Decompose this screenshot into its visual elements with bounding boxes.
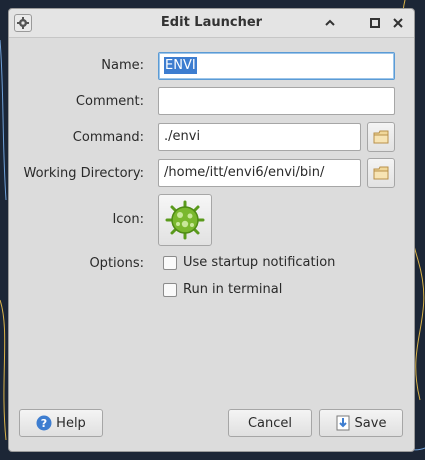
envi-virus-icon: [165, 200, 205, 240]
startup-notification-option[interactable]: Use startup notification: [163, 255, 335, 270]
run-in-terminal-label: Run in terminal: [183, 282, 283, 297]
command-label: Command:: [72, 130, 144, 145]
startup-notification-label: Use startup notification: [183, 255, 336, 270]
chevron-up-icon: [325, 19, 335, 26]
help-button-label: Help: [56, 415, 86, 431]
icon-label: Icon:: [112, 212, 144, 227]
window-title: Edit Launcher: [160, 15, 263, 30]
name-field[interactable]: ENVI: [158, 52, 395, 80]
edit-launcher-dialog: Edit Launcher Name: ENVI Comment: Comman…: [8, 8, 415, 452]
run-in-terminal-option[interactable]: Run in terminal: [163, 282, 282, 297]
shade-button[interactable]: [322, 15, 338, 31]
run-in-terminal-checkbox[interactable]: [163, 282, 177, 297]
workdir-browse-button[interactable]: [367, 158, 395, 188]
save-icon: [336, 415, 350, 431]
startup-notification-checkbox[interactable]: [163, 255, 177, 270]
options-label: Options:: [89, 256, 144, 271]
cancel-button-label: Cancel: [247, 415, 293, 431]
name-value: ENVI: [164, 57, 197, 74]
close-icon: [393, 18, 403, 28]
workdir-field[interactable]: /home/itt/envi6/envi/bin/: [158, 159, 361, 187]
comment-field[interactable]: [158, 87, 395, 115]
title-bar[interactable]: Edit Launcher: [9, 9, 414, 38]
command-browse-button[interactable]: [367, 122, 395, 152]
cancel-button[interactable]: Cancel: [228, 409, 312, 437]
help-button[interactable]: ? Help: [19, 409, 103, 437]
close-button[interactable]: [390, 15, 406, 31]
comment-label: Comment:: [75, 94, 144, 109]
help-icon: ?: [36, 415, 52, 431]
save-button[interactable]: Save: [319, 409, 403, 437]
maximize-button[interactable]: [367, 15, 383, 31]
launcher-icon-button[interactable]: [158, 194, 212, 246]
folder-icon: [373, 166, 389, 180]
command-field[interactable]: ./envi: [158, 123, 361, 151]
name-label: Name:: [101, 58, 144, 73]
workdir-label: Working Directory:: [23, 166, 144, 181]
save-button-label: Save: [354, 415, 387, 431]
maximize-icon: [370, 18, 380, 28]
folder-icon: [373, 130, 389, 144]
svg-text:?: ?: [41, 417, 47, 430]
